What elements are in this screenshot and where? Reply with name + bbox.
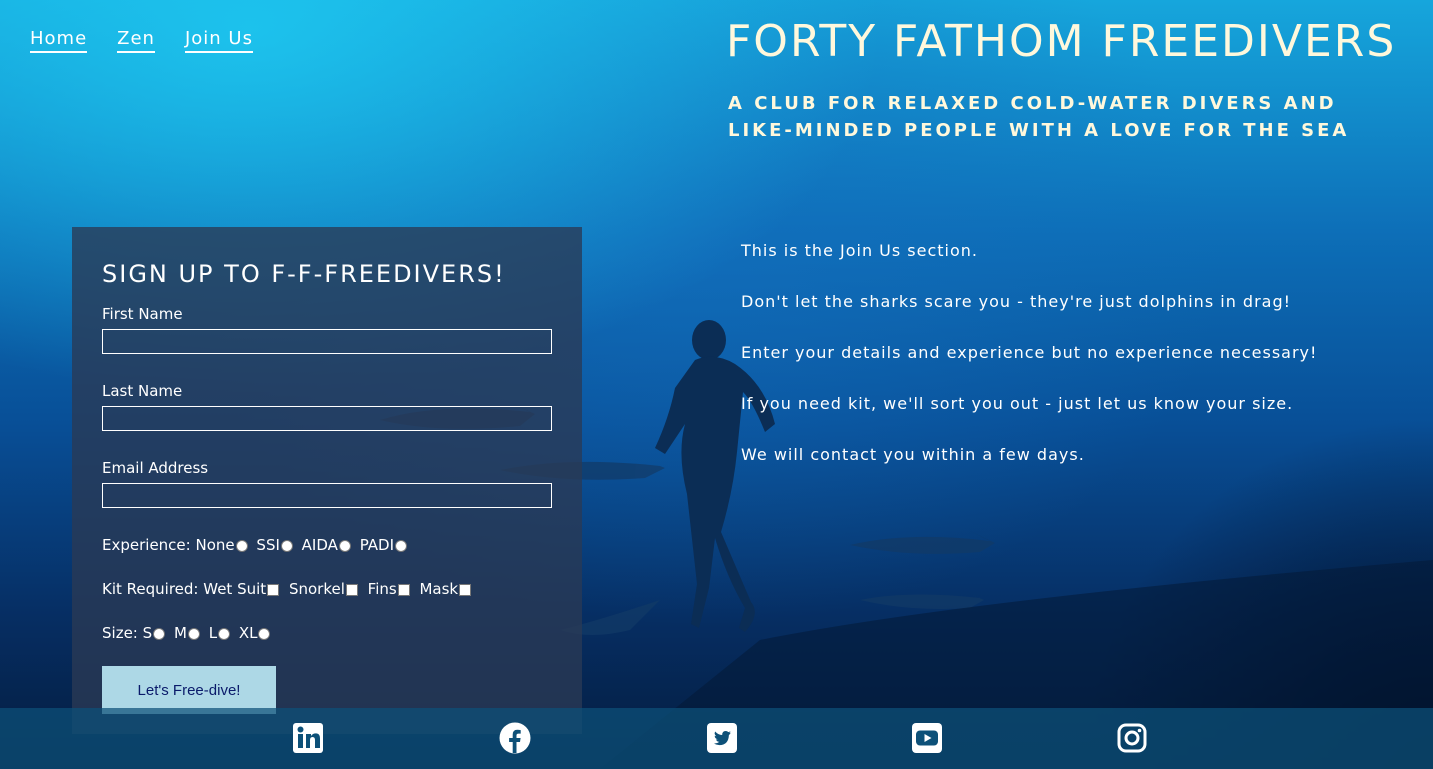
size-row: Size: S M L XL xyxy=(102,622,552,644)
experience-option-label: None xyxy=(195,536,235,554)
site-tagline: A club for relaxed cold-water divers and… xyxy=(728,93,1350,141)
kit-option-label: Wet Suit xyxy=(203,580,267,598)
experience-option-label: AIDA xyxy=(301,536,338,554)
info-line: We will contact you within a few days. xyxy=(741,445,1085,464)
kit-label: Kit Required: xyxy=(102,580,199,598)
facebook-icon[interactable] xyxy=(499,722,531,754)
email-input[interactable] xyxy=(102,483,552,508)
kit-snorkel-checkbox[interactable] xyxy=(345,583,358,596)
youtube-icon[interactable] xyxy=(911,722,943,754)
experience-option-label: SSI xyxy=(256,536,280,554)
size-xl-radio[interactable] xyxy=(258,627,271,640)
main-nav: Home Zen Join Us xyxy=(30,28,253,53)
nav-link-home[interactable]: Home xyxy=(30,28,88,53)
kit-mask-checkbox[interactable] xyxy=(459,583,472,596)
page: Home Zen Join Us FORTY FATHOM FREEDIVERS… xyxy=(0,0,1433,769)
first-name-label: First Name xyxy=(102,305,183,323)
experience-aida-radio[interactable] xyxy=(338,539,351,552)
site-title: FORTY FATHOM FREEDIVERS xyxy=(726,16,1397,67)
info-line: This is the Join Us section. xyxy=(741,241,979,260)
size-option-label: L xyxy=(208,624,218,642)
info-line: Enter your details and experience but no… xyxy=(741,343,1318,362)
experience-option-label: PADI xyxy=(359,536,395,554)
shark-silhouette xyxy=(850,531,995,554)
size-s-radio[interactable] xyxy=(153,627,166,640)
join-us-info: This is the Join Us section. Don't let t… xyxy=(741,240,1381,495)
footer xyxy=(0,708,1433,769)
experience-row: Experience: None SSI AIDA PADI xyxy=(102,534,552,556)
form-heading: Sign up to F-F-Freedivers! xyxy=(102,260,506,288)
info-line: If you need kit, we'll sort you out - ju… xyxy=(741,394,1294,413)
kit-option-label: Snorkel xyxy=(288,580,345,598)
size-option-label: XL xyxy=(238,624,258,642)
experience-ssi-radio[interactable] xyxy=(280,539,293,552)
size-l-radio[interactable] xyxy=(218,627,231,640)
kit-wet-suit-checkbox[interactable] xyxy=(267,583,280,596)
instagram-icon[interactable] xyxy=(1116,722,1148,754)
size-option-label: S xyxy=(142,624,153,642)
twitter-icon[interactable] xyxy=(706,722,738,754)
linkedin-icon[interactable] xyxy=(292,722,324,754)
experience-padi-radio[interactable] xyxy=(395,539,408,552)
kit-option-label: Fins xyxy=(367,580,397,598)
shark-silhouette xyxy=(860,590,984,609)
last-name-input[interactable] xyxy=(102,406,552,431)
kit-row: Kit Required: Wet Suit Snorkel Fins Mask xyxy=(102,578,552,600)
info-line: Don't let the sharks scare you - they're… xyxy=(741,292,1292,311)
submit-button[interactable]: Let's Free-dive! xyxy=(102,666,276,714)
size-label: Size: xyxy=(102,624,138,642)
experience-none-radio[interactable] xyxy=(235,539,248,552)
kit-option-label: Mask xyxy=(419,580,459,598)
nav-link-zen[interactable]: Zen xyxy=(117,28,155,53)
nav-link-join-us[interactable]: Join Us xyxy=(184,28,253,53)
experience-label: Experience: xyxy=(102,536,191,554)
email-label: Email Address xyxy=(102,459,209,477)
size-m-radio[interactable] xyxy=(187,627,200,640)
kit-fins-checkbox[interactable] xyxy=(397,583,410,596)
last-name-label: Last Name xyxy=(102,382,183,400)
size-option-label: M xyxy=(173,624,187,642)
signup-form-panel: Sign up to F-F-Freedivers! First Name La… xyxy=(72,227,582,734)
first-name-input[interactable] xyxy=(102,329,552,354)
